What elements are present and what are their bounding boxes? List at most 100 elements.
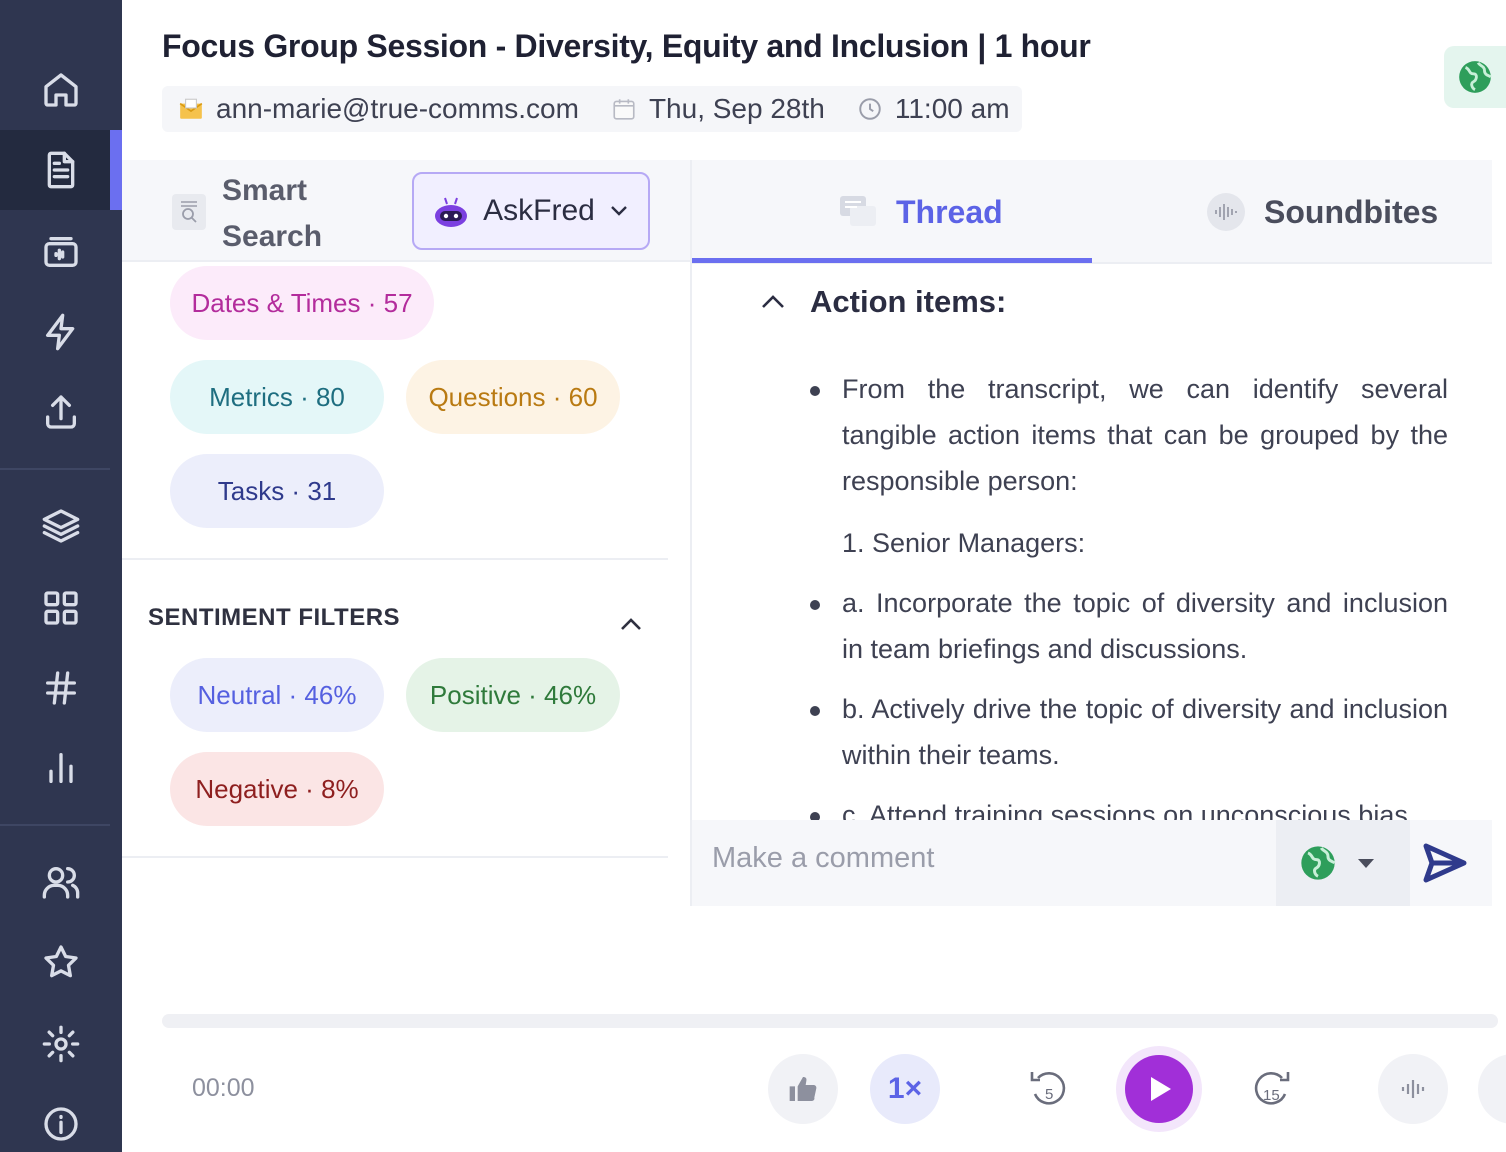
chip-tasks[interactable]: Tasks · 31 — [170, 454, 384, 528]
playback-speed-button[interactable]: 1× — [870, 1054, 940, 1124]
lightning-icon — [46, 313, 75, 351]
rewind-seconds: 5 — [1045, 1086, 1053, 1103]
chat-icon — [840, 196, 876, 226]
play-button[interactable] — [1116, 1046, 1202, 1132]
sidebar-item-people[interactable] — [0, 842, 122, 922]
rewind-5-icon: 5 — [1030, 1072, 1066, 1105]
meta-email: ann-marie@true-comms.com — [178, 93, 579, 125]
calendar-icon — [613, 99, 635, 120]
like-button[interactable] — [768, 1054, 838, 1124]
divider — [122, 558, 668, 560]
bullet — [810, 386, 820, 396]
soundwave-icon — [1401, 1080, 1425, 1098]
video-library-icon — [44, 237, 78, 267]
divider — [122, 856, 668, 858]
chevron-down-icon — [610, 206, 627, 216]
home-icon — [44, 73, 78, 107]
thread-panel: Thread Soundbites Action items: From the… — [690, 160, 1492, 906]
envelope-icon — [179, 98, 203, 119]
clock-icon — [859, 98, 881, 120]
soundbite-button[interactable] — [1378, 1054, 1448, 1124]
bullet — [810, 706, 820, 716]
sidebar-item-home[interactable] — [0, 50, 122, 130]
smart-search-label[interactable]: Smart Search — [222, 168, 372, 260]
bar-chart-icon — [49, 753, 73, 783]
sidebar-item-documents[interactable] — [0, 130, 122, 210]
sidebar-item-upload[interactable] — [0, 372, 122, 452]
thread-paragraph-senior-managers: 1. Senior Managers: — [842, 528, 1086, 558]
sidebar-item-layers[interactable] — [0, 486, 122, 566]
sidebar-item-automations[interactable] — [0, 292, 122, 372]
sidebar-item-analytics[interactable] — [0, 728, 122, 808]
active-tab-indicator — [692, 258, 1092, 263]
grid-icon — [44, 591, 78, 625]
globe-icon — [1301, 846, 1336, 880]
play-icon — [1151, 1077, 1171, 1101]
caret-down-icon — [1358, 859, 1374, 868]
tab-bar: Thread Soundbites — [692, 160, 1492, 264]
sidebar-item-favorites[interactable] — [0, 922, 122, 1002]
bullet — [810, 812, 820, 820]
askfred-button[interactable]: AskFred — [412, 172, 650, 250]
search-icon[interactable] — [172, 194, 206, 230]
forward-button[interactable]: 15 — [1236, 1054, 1306, 1124]
meeting-meta: ann-marie@true-comms.com Thu, Sep 28th 1… — [162, 86, 1022, 132]
playback-time: 00:00 — [192, 1074, 255, 1102]
tab-thread-label: Thread — [896, 193, 1003, 230]
chevron-up-icon — [762, 295, 784, 308]
sidebar — [0, 0, 122, 1152]
thread-paragraph-intro: From the transcript, we can identify sev… — [842, 374, 1448, 496]
chip-negative[interactable]: Negative · 8% — [170, 752, 384, 826]
chip-neutral[interactable]: Neutral · 46% — [170, 658, 384, 732]
language-button[interactable] — [1444, 46, 1506, 108]
comment-language-dropdown[interactable] — [1276, 820, 1410, 906]
smart-search-header: Smart Search AskFred — [122, 160, 690, 262]
meta-time: 11:00 am — [857, 93, 1010, 125]
tab-soundbites-label: Soundbites — [1264, 193, 1439, 230]
thread-paragraph-item-c: c. Attend training sessions on unconscio… — [842, 800, 1408, 820]
sidebar-item-apps[interactable] — [0, 568, 122, 648]
send-button[interactable] — [1422, 840, 1468, 891]
info-icon — [44, 1107, 78, 1141]
tab-thread[interactable]: Thread — [838, 160, 1003, 264]
meeting-date: Thu, Sep 28th — [648, 93, 825, 124]
document-icon — [47, 151, 75, 189]
sentiment-filters-title: SENTIMENT FILTERS — [148, 604, 401, 631]
sidebar-item-topics[interactable] — [0, 648, 122, 728]
askfred-label: AskFred — [483, 194, 595, 227]
chip-questions[interactable]: Questions · 60 — [406, 360, 620, 434]
users-icon — [42, 867, 80, 899]
layers-icon — [42, 509, 80, 543]
meeting-time: 11:00 am — [894, 93, 1010, 124]
thread-paragraph-item-b: b. Actively drive the topic of diversity… — [842, 694, 1448, 770]
tab-soundbites[interactable]: Soundbites — [1206, 160, 1438, 264]
action-items-toggle[interactable]: Action items: — [760, 284, 1006, 320]
forward-15-icon: 15 — [1254, 1072, 1290, 1105]
bullet — [810, 600, 820, 610]
comment-input[interactable]: Make a comment — [712, 842, 934, 875]
send-icon — [1423, 843, 1467, 883]
gear-icon — [42, 1025, 80, 1063]
star-icon — [44, 945, 78, 978]
chip-metrics[interactable]: Metrics · 80 — [170, 360, 384, 434]
hashtag-icon — [46, 671, 77, 705]
soundwave-icon — [1207, 193, 1245, 231]
play-button-circle — [1125, 1055, 1193, 1123]
thread-content: Action items: From the transcript, we ca… — [692, 266, 1492, 820]
rewind-button[interactable]: 5 — [1014, 1054, 1084, 1124]
action-items-heading: Action items: — [810, 284, 1007, 319]
comment-bar: Make a comment — [692, 820, 1492, 906]
sidebar-item-info[interactable] — [0, 1084, 122, 1152]
chip-positive[interactable]: Positive · 46% — [406, 658, 620, 732]
globe-icon — [1459, 61, 1492, 93]
chip-dates-times[interactable]: Dates & Times · 57 — [170, 266, 434, 340]
organizer-email: ann-marie@true-comms.com — [216, 93, 579, 124]
playback-progress[interactable] — [162, 1014, 1498, 1028]
thread-paragraph-item-a: a. Incorporate the topic of diversity an… — [842, 588, 1448, 664]
sidebar-item-recordings[interactable] — [0, 212, 122, 292]
chevron-up-icon[interactable] — [616, 614, 646, 634]
sidebar-item-settings[interactable] — [0, 1004, 122, 1084]
more-player-button[interactable] — [1478, 1054, 1506, 1124]
meta-date: Thu, Sep 28th — [611, 93, 825, 125]
robot-icon — [435, 197, 468, 227]
